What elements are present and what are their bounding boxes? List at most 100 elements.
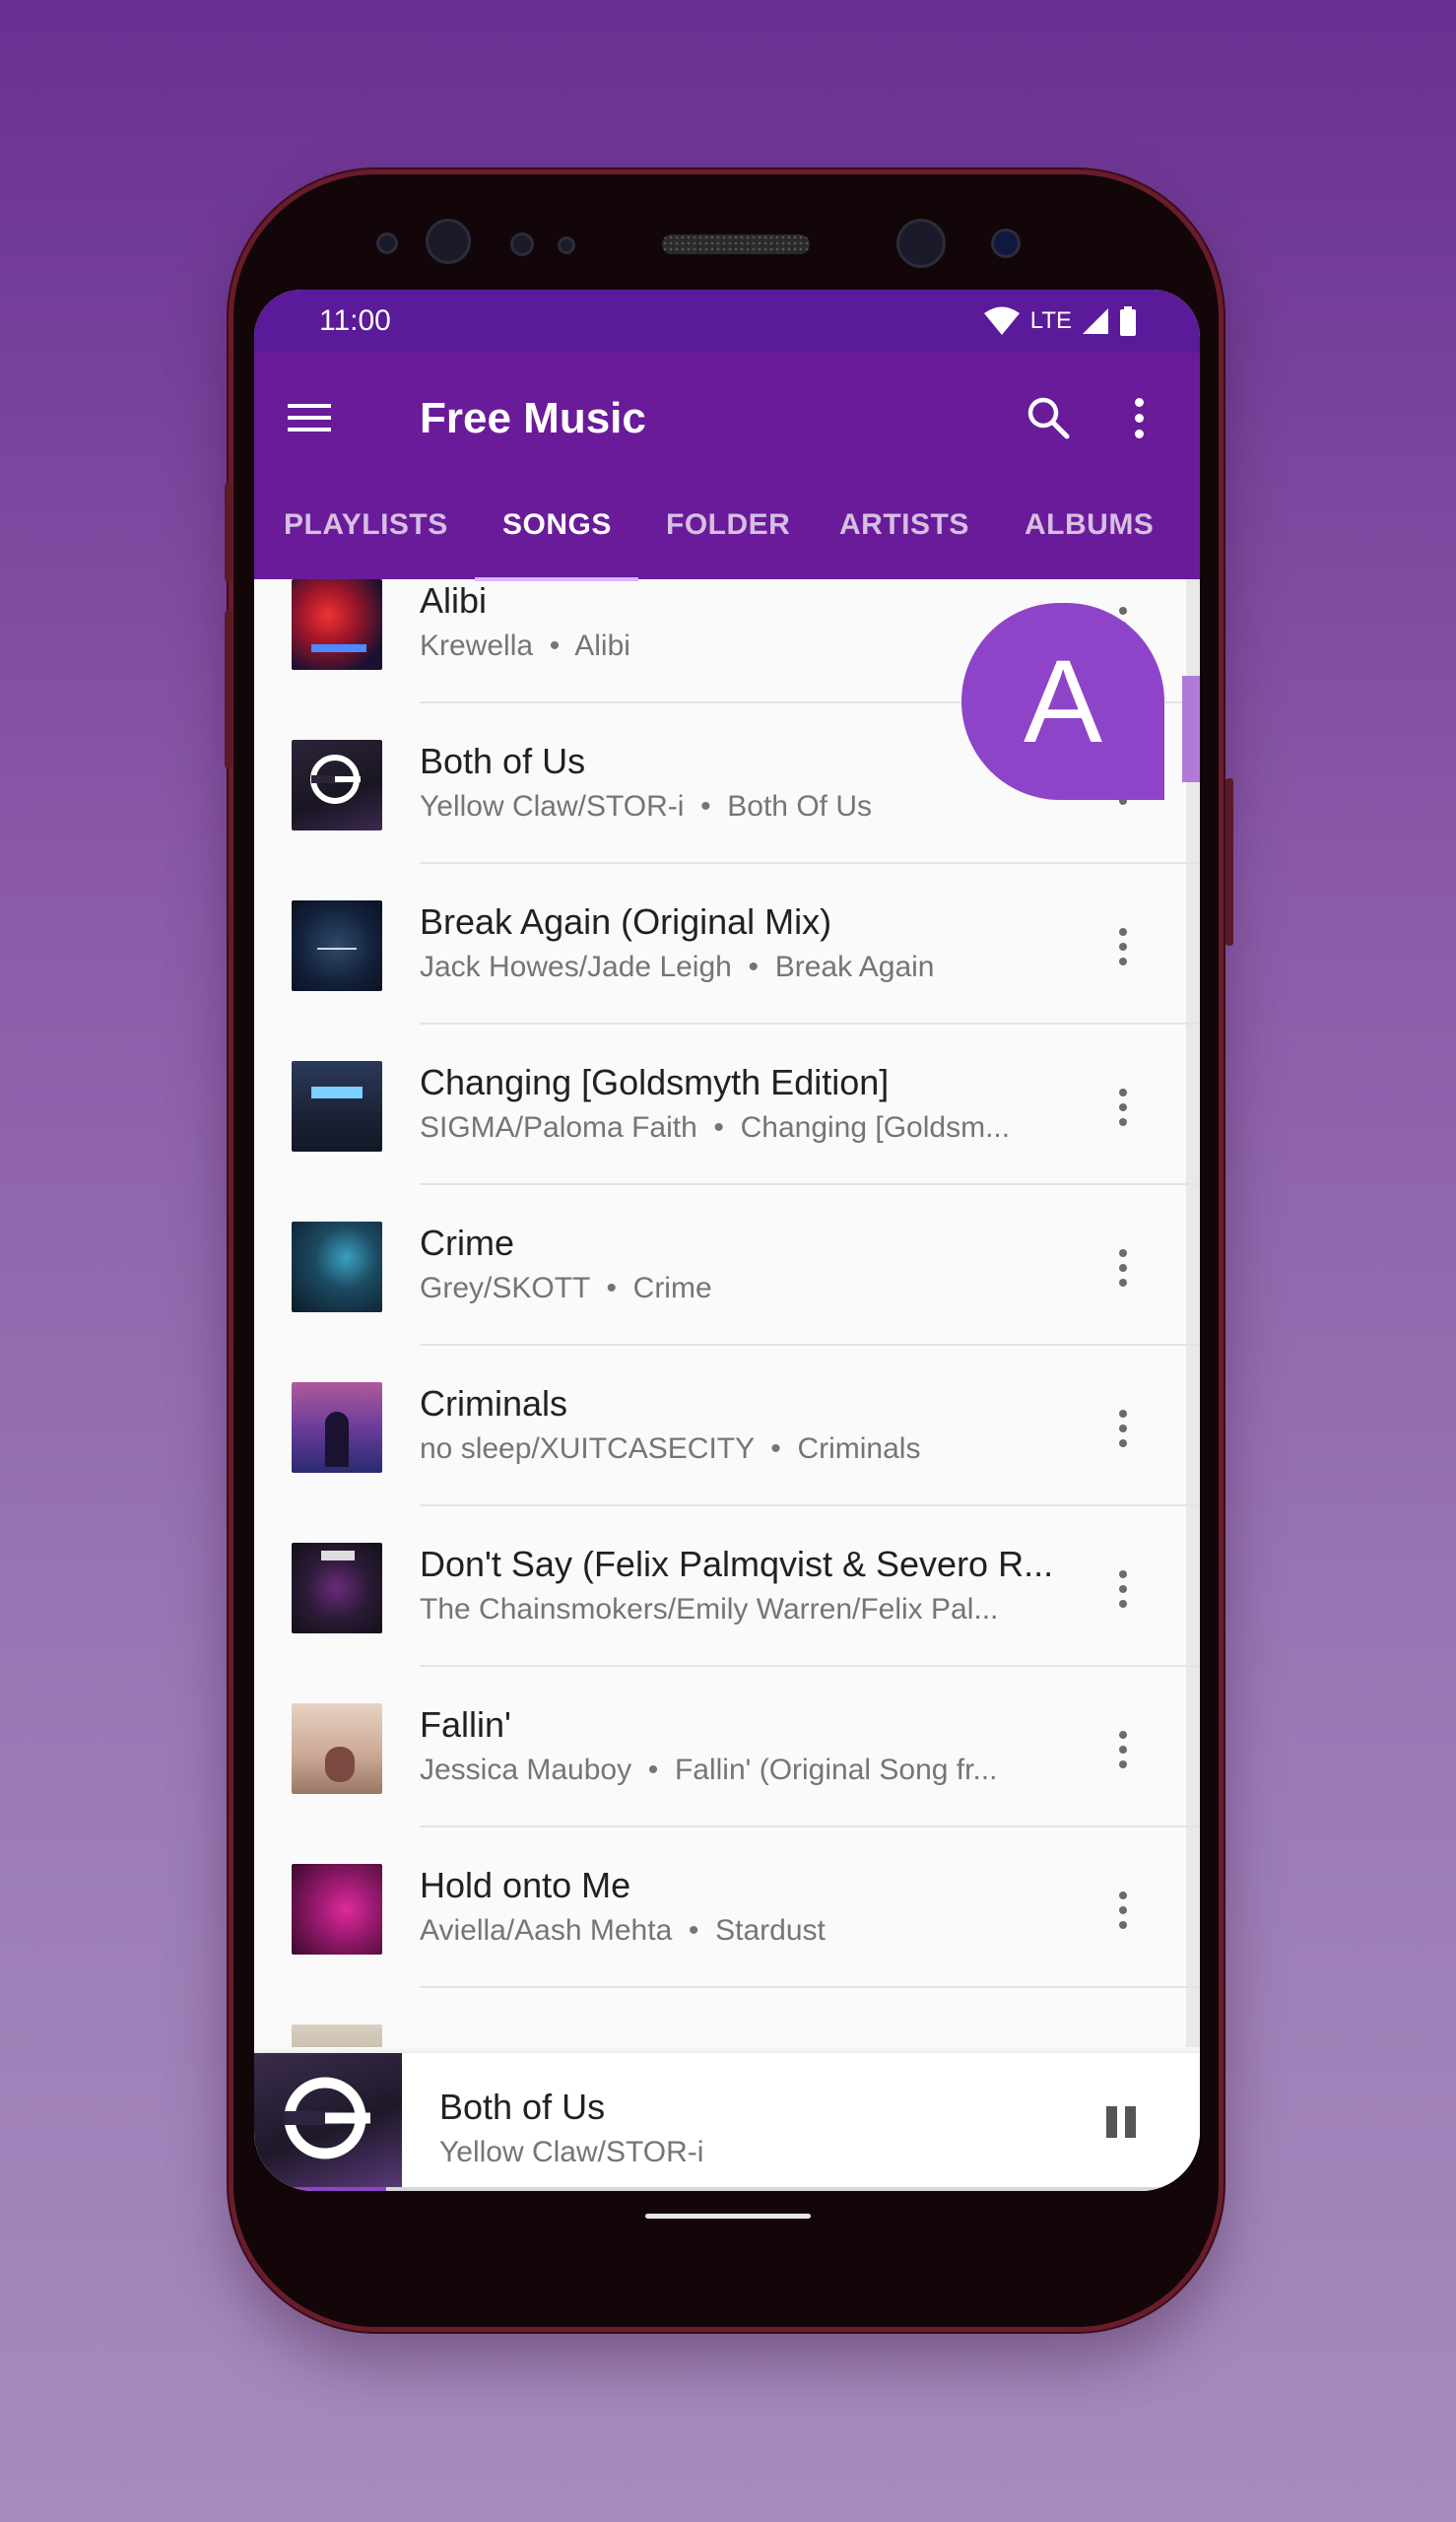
song-subtitle: The Chainsmokers/Emily Warren/Felix Pal.… [420, 1593, 998, 1626]
song-title: Criminals [420, 1383, 568, 1424]
song-subtitle: Aviella/Aash Mehta • Stardust [420, 1914, 826, 1947]
search-button[interactable] [1019, 388, 1078, 447]
status-icons: LTE [983, 306, 1137, 336]
song-artist: Aviella/Aash Mehta [420, 1914, 673, 1947]
song-album: Crime [632, 1272, 712, 1304]
now-playing-title: Both of Us [439, 2087, 606, 2127]
song-artist: Jessica Mauboy [420, 1754, 632, 1786]
song-subtitle: Jack Howes/Jade Leigh • Break Again [420, 951, 935, 983]
volume-up-button [225, 483, 232, 581]
earpiece-speaker [662, 234, 810, 254]
list-item[interactable]: Hold onto Me Aviella/Aash Mehta • Stardu… [254, 1827, 1200, 1988]
now-playing-artist: Yellow Claw/STOR-i [439, 2136, 704, 2168]
song-options-button[interactable] [1103, 1883, 1143, 1938]
volume-down-button [225, 611, 232, 768]
song-artist: Yellow Claw/STOR-i [420, 790, 685, 823]
song-options-button[interactable] [1103, 1401, 1143, 1456]
album-art [292, 900, 382, 991]
list-item[interactable] [254, 1988, 1200, 2047]
more-vert-icon [1134, 397, 1144, 438]
song-options-button[interactable] [1103, 1722, 1143, 1777]
power-button [1225, 778, 1233, 946]
song-title: Fallin' [420, 1704, 511, 1745]
more-vert-icon [1119, 1089, 1127, 1126]
status-time: 11:00 [319, 304, 391, 337]
song-album: Fallin' (Original Song fr... [674, 1754, 998, 1786]
song-album: Alibi [574, 630, 630, 662]
song-title: Break Again (Original Mix) [420, 901, 832, 942]
front-camera [896, 219, 946, 268]
song-title: Don't Say (Felix Palmqvist & Severo R... [420, 1544, 1054, 1584]
song-title: Both of Us [420, 741, 586, 781]
fast-scroll-thumb[interactable] [1182, 676, 1200, 782]
more-vert-icon [1119, 1410, 1127, 1447]
yellow-claw-logo [310, 755, 361, 804]
song-artist: Jack Howes/Jade Leigh [420, 951, 732, 983]
album-art [292, 2024, 382, 2047]
song-options-button[interactable] [1103, 1240, 1143, 1295]
proximity-sensor [510, 232, 534, 256]
iris-scanner [426, 219, 471, 264]
hamburger-menu-icon [288, 404, 331, 431]
album-art [292, 579, 382, 670]
song-subtitle: Krewella • Alibi [420, 630, 630, 662]
song-options-button[interactable] [1103, 1561, 1143, 1617]
app-title: Free Music [420, 394, 646, 442]
song-album: Break Again [774, 951, 935, 983]
album-art [292, 1222, 382, 1312]
album-art [292, 740, 382, 830]
song-album: Criminals [797, 1432, 921, 1465]
song-title: Hold onto Me [420, 1865, 631, 1905]
list-item[interactable]: Fallin' Jessica Mauboy • Fallin' (Origin… [254, 1667, 1200, 1827]
tab-albums[interactable]: ALBUMS [1025, 508, 1154, 542]
song-artist: no sleep/XUITCASECITY [420, 1432, 755, 1465]
tab-artists[interactable]: ARTISTS [839, 508, 969, 542]
mini-player[interactable]: Both of Us Yellow Claw/STOR-i [254, 2053, 1200, 2191]
phone-screen: 11:00 LTE Free Music PLAYLISTS SONGS FOL… [254, 290, 1200, 2191]
more-vert-icon [1119, 928, 1127, 965]
album-art [292, 1382, 382, 1473]
network-type: LTE [1029, 307, 1072, 334]
pause-button[interactable] [1097, 2098, 1145, 2146]
song-options-button[interactable] [1103, 919, 1143, 974]
app-bar: Free Music PLAYLISTS SONGS FOLDER ARTIST… [254, 353, 1200, 579]
song-artist: Krewella [420, 630, 534, 662]
list-item[interactable]: Changing [Goldsmyth Edition] SIGMA/Palom… [254, 1025, 1200, 1185]
front-camera-secondary [991, 229, 1021, 258]
yellow-claw-logo [284, 2077, 370, 2159]
album-art [292, 1864, 382, 1955]
signal-icon [1083, 308, 1108, 334]
song-subtitle: Yellow Claw/STOR-i • Both Of Us [420, 790, 872, 823]
now-playing-album-art [254, 2053, 402, 2191]
playback-progress-bar[interactable] [254, 2187, 1200, 2191]
menu-button[interactable] [284, 392, 335, 443]
song-artist: Grey/SKOTT [420, 1272, 590, 1304]
song-album: Changing [Goldsm... [740, 1111, 1011, 1144]
album-art [292, 1543, 382, 1633]
sensor-dot [376, 232, 398, 254]
tab-playlists[interactable]: PLAYLISTS [284, 508, 448, 542]
more-vert-icon [1119, 1570, 1127, 1608]
song-artist: The Chainsmokers/Emily Warren/Felix Pal.… [420, 1593, 999, 1626]
list-item[interactable]: Don't Say (Felix Palmqvist & Severo R...… [254, 1506, 1200, 1667]
song-title: Changing [Goldsmyth Edition] [420, 1062, 890, 1102]
song-title: Crime [420, 1223, 514, 1263]
fast-scroll-letter-bubble: A [961, 603, 1164, 800]
song-title: Alibi [420, 580, 488, 621]
list-item[interactable]: Crime Grey/SKOTT • Crime [254, 1185, 1200, 1346]
more-vert-icon [1119, 1731, 1127, 1768]
album-art [292, 1703, 382, 1794]
list-item[interactable]: Break Again (Original Mix) Jack Howes/Ja… [254, 864, 1200, 1025]
tab-songs[interactable]: SONGS [502, 508, 612, 542]
tab-folder[interactable]: FOLDER [666, 508, 790, 542]
wifi-icon [983, 306, 1020, 335]
home-indicator[interactable] [645, 2214, 811, 2219]
song-subtitle: Grey/SKOTT • Crime [420, 1272, 712, 1304]
song-album: Stardust [715, 1914, 826, 1947]
song-subtitle: SIGMA/Paloma Faith • Changing [Goldsm... [420, 1111, 1011, 1144]
more-vert-icon [1119, 1249, 1127, 1287]
overflow-menu-button[interactable] [1119, 388, 1158, 447]
list-item[interactable]: Criminals no sleep/XUITCASECITY • Crimin… [254, 1346, 1200, 1506]
more-vert-icon [1119, 1892, 1127, 1929]
song-options-button[interactable] [1103, 1080, 1143, 1135]
